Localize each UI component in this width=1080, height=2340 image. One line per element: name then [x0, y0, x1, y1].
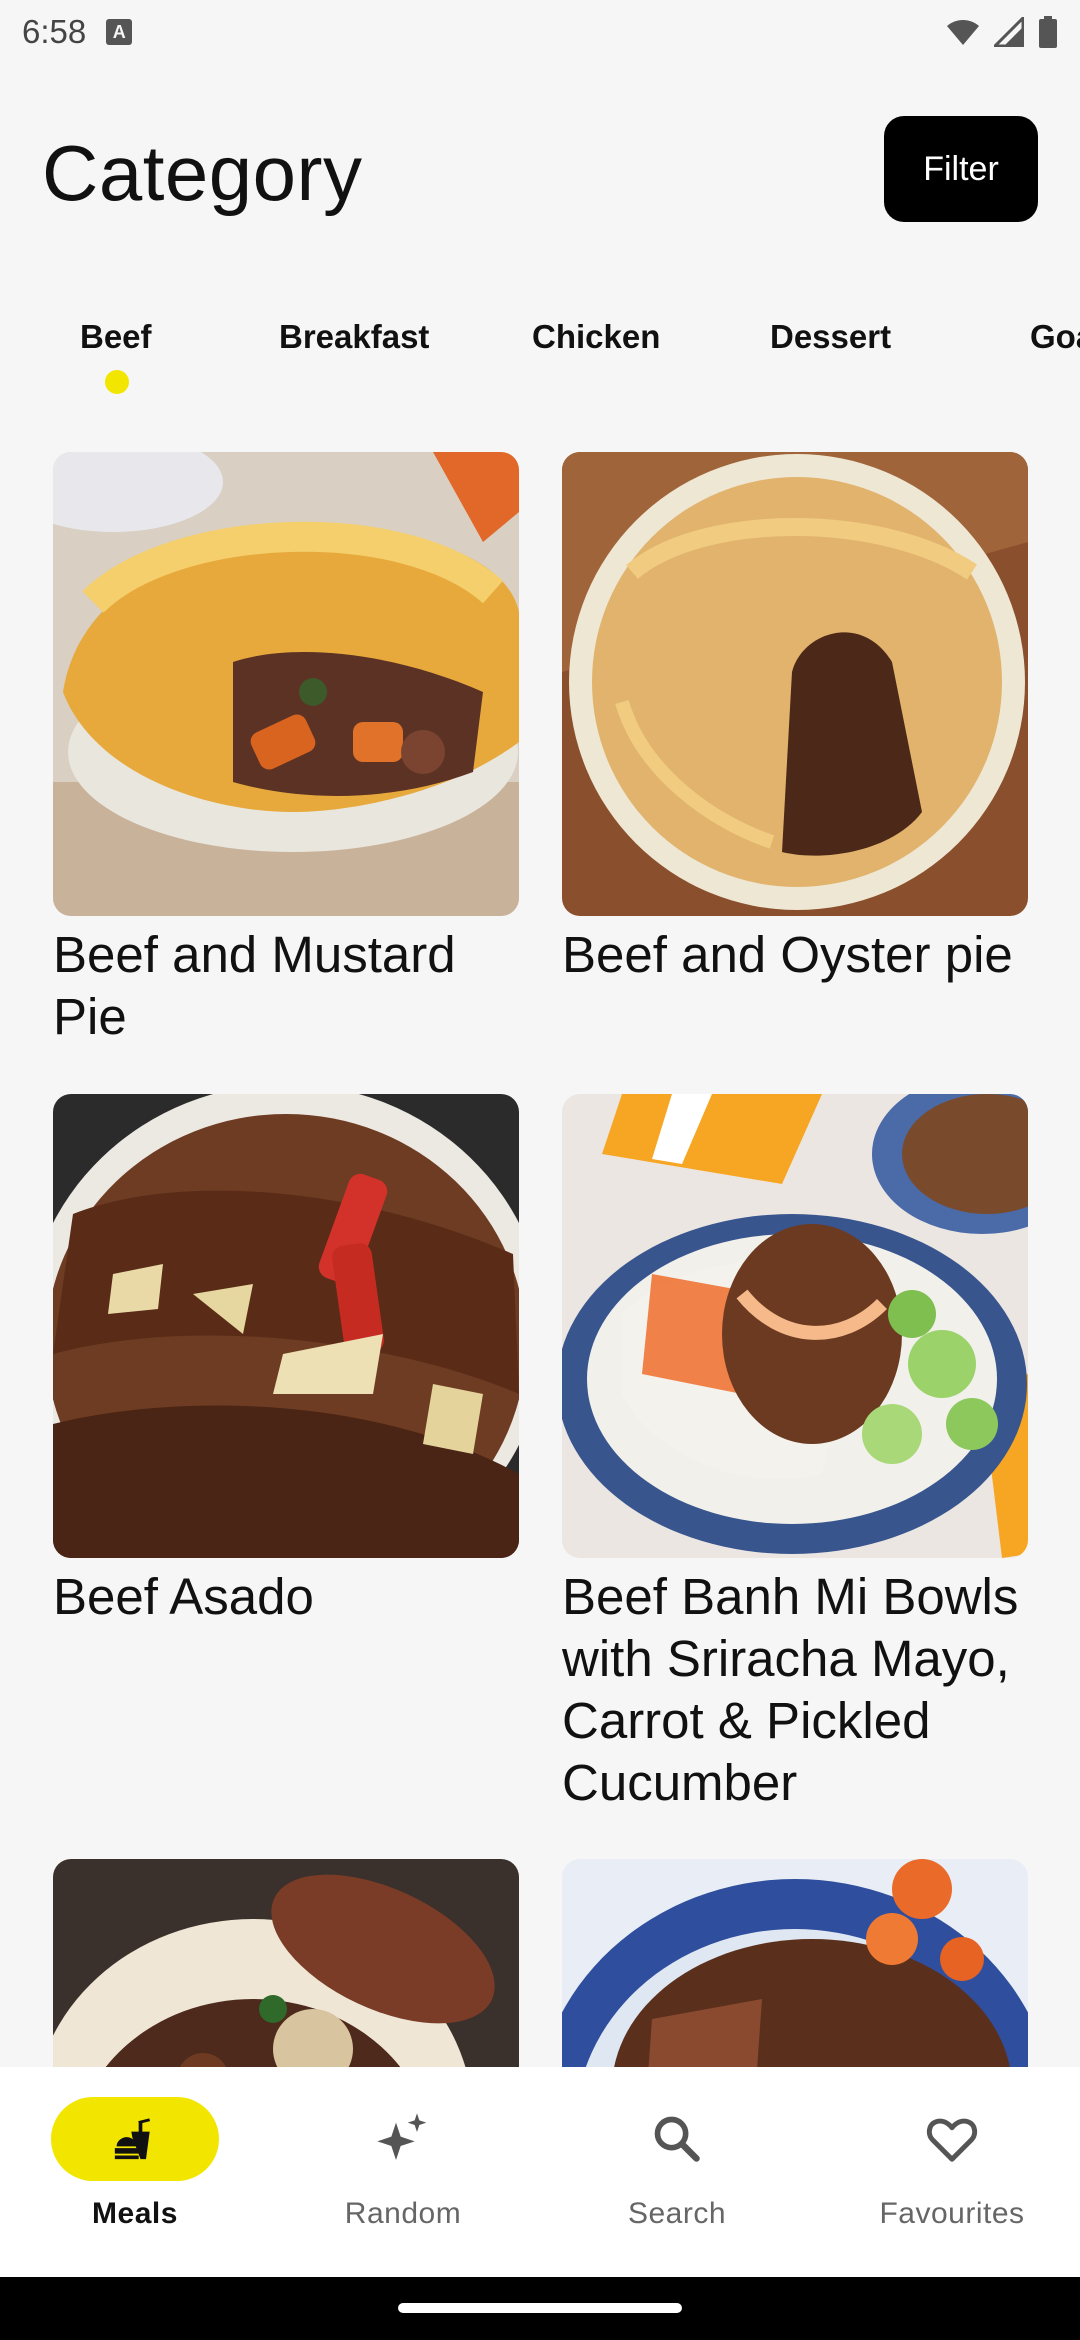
wifi-icon — [947, 20, 979, 45]
status-time: 6:58 — [22, 13, 87, 50]
meal-image — [562, 1094, 1028, 1558]
filter-button[interactable]: Filter — [884, 116, 1038, 222]
home-indicator[interactable] — [398, 2303, 682, 2313]
nav-pill — [868, 2097, 1036, 2181]
signal-icon — [994, 17, 1024, 47]
status-right — [946, 16, 1058, 48]
battery-icon — [1039, 16, 1057, 48]
bottom-navigation: Meals Random Search Favourites — [0, 2067, 1080, 2277]
page-title: Category — [42, 129, 363, 217]
category-tabs: Beef Breakfast Chicken Dessert Goat — [0, 300, 1080, 400]
tab-breakfast[interactable]: Breakfast — [279, 318, 429, 356]
header: Category Filter — [0, 110, 1080, 230]
meal-image — [562, 1859, 1028, 2067]
meals-grid: Beef and Mustard Pie Beef and Oyster pie — [0, 452, 1080, 2067]
tab-goat[interactable]: Goat — [1030, 318, 1080, 356]
selected-tab-indicator — [105, 370, 129, 394]
nav-pill — [319, 2097, 487, 2181]
fastfood-icon — [114, 2118, 151, 2160]
search-icon — [654, 2116, 700, 2162]
notification-a-icon: A — [106, 19, 133, 45]
nav-item-favourites[interactable]: Favourites — [817, 2097, 1080, 2247]
tab-dessert[interactable]: Dessert — [770, 318, 891, 356]
meal-card[interactable]: Beef Banh Mi Bowls with Sriracha Mayo, C… — [562, 1094, 1028, 1814]
meal-image — [53, 452, 519, 916]
nav-item-meals[interactable]: Meals — [0, 2097, 270, 2247]
nav-label-search: Search — [627, 2197, 727, 2230]
nav-active-pill — [51, 2097, 219, 2181]
meal-card[interactable] — [53, 1859, 519, 2067]
tab-beef[interactable]: Beef — [80, 318, 152, 356]
meal-image — [53, 1859, 519, 2067]
meal-card[interactable] — [562, 1859, 1028, 2067]
meal-name: Beef Asado — [53, 1568, 314, 1625]
status-bar: 6:58 A — [0, 0, 1080, 64]
nav-item-search[interactable]: Search — [542, 2097, 812, 2247]
meal-name: Beef and Mustard Pie — [53, 926, 456, 1045]
meal-card[interactable]: Beef Asado — [53, 1094, 519, 1628]
nav-item-random[interactable]: Random — [268, 2097, 538, 2247]
meal-card[interactable]: Beef and Oyster pie — [562, 452, 1028, 986]
nav-label-meals: Meals — [92, 2197, 178, 2230]
meal-image — [562, 452, 1028, 916]
nav-pill — [593, 2097, 761, 2181]
heart-icon — [926, 2118, 978, 2162]
meal-name: Beef Banh Mi Bowls with Sriracha Mayo, C… — [562, 1568, 1019, 1811]
nav-label-random: Random — [344, 2197, 462, 2230]
status-left: 6:58 A — [22, 13, 133, 51]
meal-card[interactable]: Beef and Mustard Pie — [53, 452, 519, 1048]
meal-name: Beef and Oyster pie — [562, 926, 1013, 983]
system-gesture-bar — [0, 2277, 1080, 2340]
tab-chicken[interactable]: Chicken — [532, 318, 660, 356]
sparkle-icon — [377, 2113, 427, 2160]
nav-label-favourites: Favourites — [879, 2197, 1025, 2230]
meal-image — [53, 1094, 519, 1558]
